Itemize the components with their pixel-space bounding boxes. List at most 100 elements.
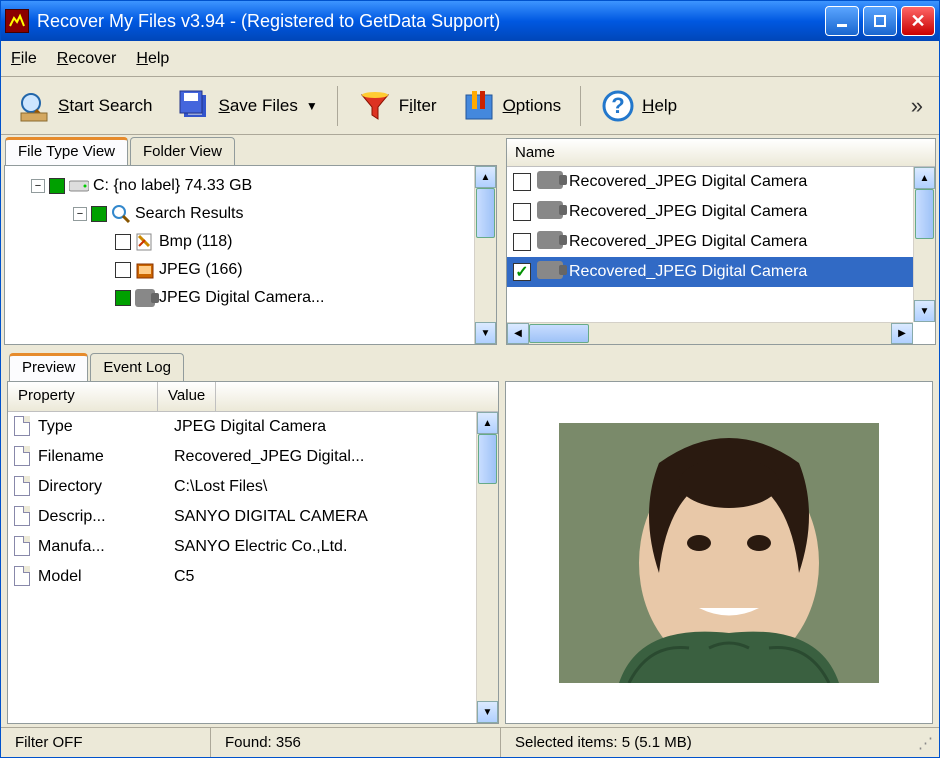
- file-checkbox[interactable]: [513, 173, 531, 191]
- minimize-button[interactable]: [825, 6, 859, 36]
- toolbar-overflow-icon[interactable]: »: [911, 93, 933, 119]
- tree-checkbox[interactable]: [91, 206, 107, 222]
- window-controls: ✕: [825, 6, 935, 36]
- scroll-left-icon[interactable]: ◀: [507, 323, 529, 344]
- column-header-value[interactable]: Value: [158, 382, 216, 411]
- dropdown-icon[interactable]: ▼: [306, 99, 318, 113]
- drive-icon: [69, 176, 89, 196]
- document-icon: [14, 506, 32, 528]
- vertical-scrollbar[interactable]: ▲ ▼: [474, 166, 496, 344]
- tab-preview[interactable]: Preview: [9, 353, 88, 381]
- column-header-name[interactable]: Name: [507, 139, 935, 167]
- property-row[interactable]: Descrip...SANYO DIGITAL CAMERA: [8, 502, 498, 532]
- menu-file[interactable]: File: [11, 50, 37, 68]
- horizontal-scrollbar[interactable]: ◀ ▶: [507, 322, 913, 344]
- tree-checkbox[interactable]: [115, 234, 131, 250]
- status-found: Found: 356: [211, 728, 501, 757]
- file-row[interactable]: Recovered_JPEG Digital Camera: [507, 197, 935, 227]
- document-icon: [14, 476, 32, 498]
- file-checkbox[interactable]: [513, 263, 531, 281]
- file-row[interactable]: Recovered_JPEG Digital Camera: [507, 257, 935, 287]
- column-header-property[interactable]: Property: [8, 382, 158, 411]
- file-type-tree: − C: {no label} 74.33 GB − Search Result…: [5, 166, 496, 318]
- tree-drive-row[interactable]: − C: {no label} 74.33 GB: [9, 172, 492, 200]
- content-area: File Type View Folder View − C: {no labe…: [1, 135, 939, 727]
- tree-label: JPEG Digital Camera...: [159, 289, 324, 307]
- property-row[interactable]: DirectoryC:\Lost Files\: [8, 472, 498, 502]
- menu-help[interactable]: Help: [136, 50, 169, 68]
- maximize-button[interactable]: [863, 6, 897, 36]
- start-search-button[interactable]: Start Search: [7, 83, 162, 129]
- property-row[interactable]: TypeJPEG Digital Camera: [8, 412, 498, 442]
- search-icon: [16, 88, 52, 124]
- resize-grip-icon[interactable]: ⋰: [918, 734, 939, 752]
- scroll-up-icon[interactable]: ▲: [914, 167, 935, 189]
- bottom-content: Property Value TypeJPEG Digital Camera F…: [1, 381, 939, 727]
- window-title: Recover My Files v3.94 - (Registered to …: [37, 11, 825, 32]
- status-filter: Filter OFF: [1, 728, 211, 757]
- left-tabs: File Type View Folder View: [1, 135, 500, 165]
- camera-icon: [537, 261, 563, 283]
- tree-label: Bmp (118): [159, 233, 233, 251]
- property-row[interactable]: ModelC5: [8, 562, 498, 592]
- tab-file-type-view[interactable]: File Type View: [5, 137, 128, 165]
- top-panes: File Type View Folder View − C: {no labe…: [1, 135, 939, 351]
- tree-item-jpeg-camera[interactable]: JPEG Digital Camera...: [9, 284, 492, 312]
- menu-recover[interactable]: Recover: [57, 50, 117, 68]
- file-row[interactable]: Recovered_JPEG Digital Camera: [507, 167, 935, 197]
- properties-pane: Property Value TypeJPEG Digital Camera F…: [7, 381, 499, 724]
- collapse-icon[interactable]: −: [73, 207, 87, 221]
- tab-folder-view[interactable]: Folder View: [130, 137, 235, 165]
- scroll-down-icon[interactable]: ▼: [914, 300, 935, 322]
- titlebar: Recover My Files v3.94 - (Registered to …: [1, 1, 939, 41]
- scroll-thumb[interactable]: [478, 434, 497, 484]
- toolbar: Start Search Save Files ▼ Filter Options…: [1, 77, 939, 135]
- menubar: File Recover Help: [1, 41, 939, 77]
- scroll-thumb[interactable]: [529, 324, 589, 343]
- tree-checkbox[interactable]: [115, 262, 131, 278]
- bmp-icon: [135, 232, 155, 252]
- property-row[interactable]: FilenameRecovered_JPEG Digital...: [8, 442, 498, 472]
- vertical-scrollbar[interactable]: ▲ ▼: [913, 167, 935, 322]
- scroll-up-icon[interactable]: ▲: [477, 412, 498, 434]
- close-button[interactable]: ✕: [901, 6, 935, 36]
- status-selected: Selected items: 5 (5.1 MB): [501, 728, 918, 757]
- property-row[interactable]: Manufa...SANYO Electric Co.,Ltd.: [8, 532, 498, 562]
- scroll-down-icon[interactable]: ▼: [475, 322, 496, 344]
- options-button[interactable]: Options: [452, 83, 571, 129]
- tree-checkbox[interactable]: [49, 178, 65, 194]
- help-icon: ?: [600, 88, 636, 124]
- scroll-up-icon[interactable]: ▲: [475, 166, 496, 188]
- tree-pane: − C: {no label} 74.33 GB − Search Result…: [4, 165, 497, 345]
- scroll-thumb[interactable]: [476, 188, 495, 238]
- vertical-scrollbar[interactable]: ▲ ▼: [476, 412, 498, 723]
- tree-search-results-row[interactable]: − Search Results: [9, 200, 492, 228]
- tree-item-jpeg[interactable]: JPEG (166): [9, 256, 492, 284]
- file-row[interactable]: Recovered_JPEG Digital Camera: [507, 227, 935, 257]
- statusbar: Filter OFF Found: 356 Selected items: 5 …: [1, 727, 939, 757]
- filter-icon: [357, 88, 393, 124]
- jpeg-icon: [135, 260, 155, 280]
- save-files-button[interactable]: Save Files ▼: [168, 83, 327, 129]
- tree-item-bmp[interactable]: Bmp (118): [9, 228, 492, 256]
- file-name: Recovered_JPEG Digital Camera: [569, 173, 807, 191]
- file-checkbox[interactable]: [513, 233, 531, 251]
- scroll-right-icon[interactable]: ▶: [891, 323, 913, 344]
- camera-icon: [537, 231, 563, 253]
- collapse-icon[interactable]: −: [31, 179, 45, 193]
- tree-label: JPEG (166): [159, 261, 243, 279]
- help-button[interactable]: ? Help: [591, 83, 686, 129]
- bottom-panes: Preview Event Log Property Value TypeJPE…: [1, 351, 939, 727]
- tab-event-log[interactable]: Event Log: [90, 353, 184, 381]
- document-icon: [14, 446, 32, 468]
- scroll-thumb[interactable]: [915, 189, 934, 239]
- camera-icon: [537, 201, 563, 223]
- tree-checkbox[interactable]: [115, 290, 131, 306]
- main-window: Recover My Files v3.94 - (Registered to …: [0, 0, 940, 758]
- tree-label: C: {no label} 74.33 GB: [93, 177, 252, 195]
- filter-button[interactable]: Filter: [348, 83, 446, 129]
- scroll-down-icon[interactable]: ▼: [477, 701, 498, 723]
- bottom-tabs: Preview Event Log: [1, 351, 939, 381]
- file-checkbox[interactable]: [513, 203, 531, 221]
- left-pane: File Type View Folder View − C: {no labe…: [1, 135, 503, 348]
